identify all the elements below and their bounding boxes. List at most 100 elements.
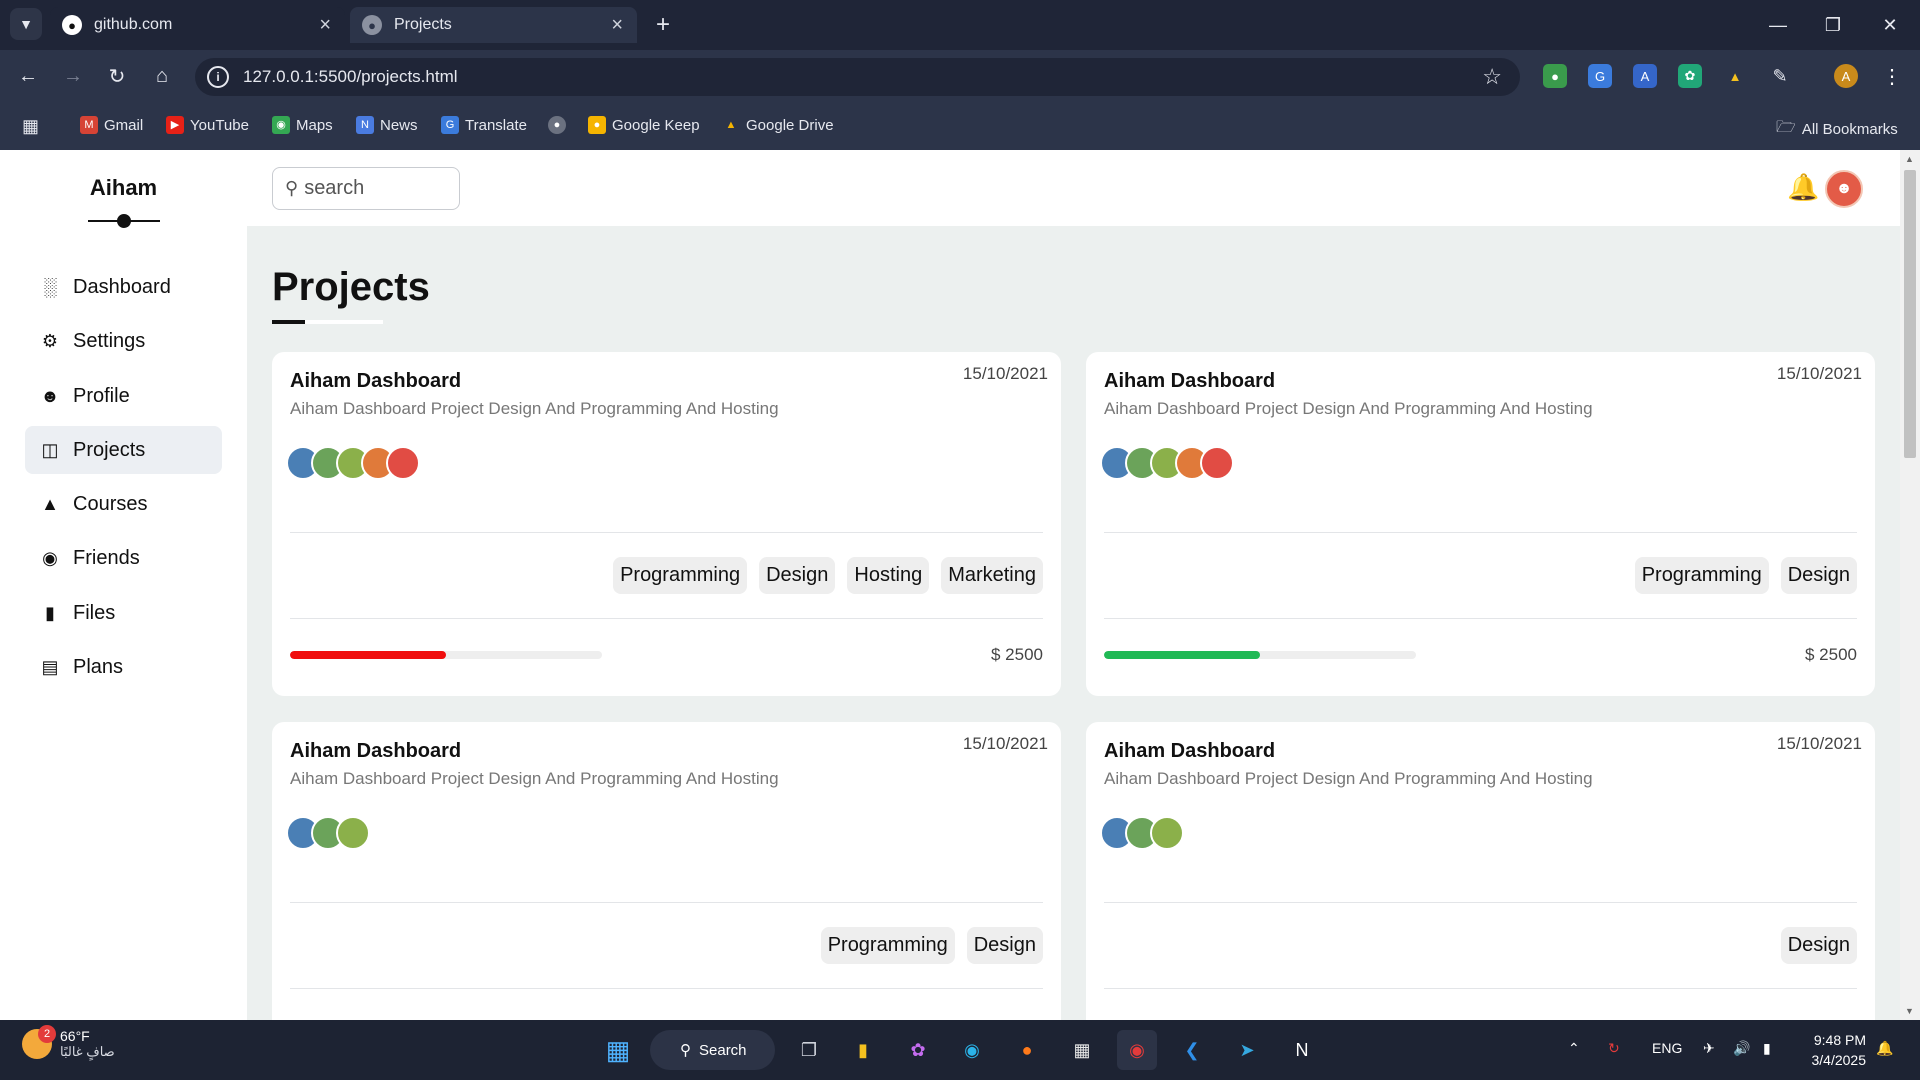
system-clock[interactable]: 9:48 PM 3/4/2025 bbox=[1806, 1030, 1867, 1070]
close-window-button[interactable]: ✕ bbox=[1870, 8, 1910, 42]
team-member-avatar[interactable] bbox=[386, 446, 420, 480]
project-price: $ 2500 bbox=[1805, 645, 1857, 664]
sidebar-item-profile[interactable]: ☻ Profile bbox=[25, 372, 222, 420]
team-member-avatar[interactable] bbox=[1200, 446, 1234, 480]
bookmark-globe[interactable]: ● bbox=[548, 116, 566, 134]
apps-grid-icon[interactable]: ▦ bbox=[22, 116, 39, 137]
address-bar[interactable]: i 127.0.0.1:5500/projects.html ☆ bbox=[195, 58, 1520, 96]
scroll-thumb[interactable] bbox=[1904, 170, 1916, 458]
project-progress-fill bbox=[1104, 651, 1260, 659]
sidebar-item-label: Projects bbox=[73, 438, 146, 461]
taskbar-search[interactable]: ⚲ Search bbox=[650, 1030, 775, 1070]
bookmark-star-icon[interactable]: ☆ bbox=[1482, 64, 1502, 90]
project-title: Aiham Dashboard bbox=[290, 740, 462, 762]
back-button[interactable]: ← bbox=[12, 60, 44, 92]
extension-icon[interactable]: ● bbox=[1543, 64, 1567, 88]
all-bookmarks[interactable]: 🗁 All Bookmarks bbox=[1776, 116, 1898, 143]
bookmark-google-drive[interactable]: ▲ Google Drive bbox=[722, 116, 834, 134]
sidebar-item-courses[interactable]: ▲ Courses bbox=[25, 480, 222, 528]
close-tab-icon[interactable]: × bbox=[319, 14, 331, 37]
bookmark-translate[interactable]: G Translate bbox=[441, 116, 527, 134]
google-drive-icon: ▲ bbox=[725, 119, 737, 131]
team-member-avatar[interactable] bbox=[1150, 816, 1184, 850]
translate-icon[interactable]: A bbox=[1633, 64, 1657, 88]
reload-button[interactable]: ↻ bbox=[101, 60, 133, 92]
bookmark-news[interactable]: N News bbox=[356, 116, 418, 134]
diagram-icon: ◫ bbox=[41, 439, 59, 460]
weather-widget[interactable]: 2 66°F صافٍ غالبًا bbox=[22, 1025, 115, 1060]
project-card[interactable]: Aiham Dashboard 15/10/2021 Aiham Dashboard… bbox=[1086, 352, 1875, 696]
team-member-avatar[interactable] bbox=[336, 816, 370, 850]
file-explorer-icon[interactable]: ▮ bbox=[843, 1030, 883, 1070]
copilot-icon[interactable]: ✿ bbox=[898, 1030, 938, 1070]
forward-button[interactable]: → bbox=[57, 60, 89, 92]
search-input[interactable]: ⚲ search bbox=[272, 167, 460, 210]
notification-bell-icon[interactable]: 🔔 bbox=[1876, 1040, 1893, 1057]
search-icon: ⚲ bbox=[285, 178, 299, 198]
airplane-mode-icon[interactable]: ✈ bbox=[1703, 1040, 1715, 1057]
divider bbox=[1104, 902, 1857, 903]
battery-icon[interactable]: ▮ bbox=[1763, 1040, 1771, 1057]
restore-button[interactable]: ❐ bbox=[1813, 8, 1853, 42]
tab-github[interactable]: ● github.com × bbox=[50, 7, 345, 43]
sidebar-item-projects[interactable]: ◫ Projects bbox=[25, 426, 222, 474]
project-date: 15/10/2021 bbox=[962, 364, 1048, 383]
home-button[interactable]: ⌂ bbox=[146, 60, 178, 92]
url-text[interactable]: 127.0.0.1:5500/projects.html bbox=[243, 67, 458, 87]
show-hidden-icons[interactable]: ⌃ bbox=[1568, 1040, 1580, 1057]
sidebar-item-dashboard[interactable]: ░ Dashboard bbox=[25, 263, 222, 311]
windows-start-icon[interactable]: ▦ bbox=[598, 1030, 638, 1070]
new-tab-button[interactable]: + bbox=[652, 8, 674, 42]
project-card[interactable]: Aiham Dashboard 15/10/2021 Aiham Dashboard… bbox=[1086, 722, 1875, 1020]
weather-desc: صافٍ غالبًا bbox=[60, 1044, 115, 1059]
browser-toolbar: ← → ↻ ⌂ i 127.0.0.1:5500/projects.html ☆… bbox=[0, 50, 1920, 102]
project-tag: Design bbox=[1780, 557, 1857, 594]
edge-icon[interactable]: ◉ bbox=[952, 1030, 992, 1070]
task-view-icon[interactable]: ❐ bbox=[789, 1030, 829, 1070]
translate-icon: G bbox=[441, 116, 459, 134]
page-scrollbar[interactable]: ▲ ▼ bbox=[1900, 150, 1920, 1020]
bookmark-google-keep[interactable]: ● Google Keep bbox=[588, 116, 700, 134]
language-indicator[interactable]: ENG bbox=[1652, 1040, 1682, 1056]
bell-icon[interactable]: 🔔 bbox=[1787, 172, 1819, 203]
project-progress-fill bbox=[290, 651, 446, 659]
close-tab-icon[interactable]: × bbox=[611, 14, 623, 37]
chatgpt-icon[interactable]: ✿ bbox=[1678, 64, 1702, 88]
site-info-icon[interactable]: i bbox=[207, 66, 229, 88]
firefox-icon[interactable]: ● bbox=[1007, 1030, 1047, 1070]
bookmark-gmail[interactable]: M Gmail bbox=[80, 116, 143, 134]
sidebar-item-plans[interactable]: ▤ Plans bbox=[25, 643, 222, 691]
avatar[interactable]: ☻ bbox=[1825, 170, 1863, 208]
minimize-button[interactable]: — bbox=[1758, 8, 1798, 42]
project-description: Aiham Dashboard Project Design And Progr… bbox=[290, 769, 779, 788]
tab-projects[interactable]: ● Projects × bbox=[350, 7, 637, 43]
sidebar-item-files[interactable]: ▮ Files bbox=[25, 589, 222, 637]
project-card[interactable]: Aiham Dashboard 15/10/2021 Aiham Dashboard… bbox=[272, 352, 1061, 696]
google-translate-icon[interactable]: G bbox=[1588, 64, 1612, 88]
scroll-down-arrow[interactable]: ▼ bbox=[1905, 1006, 1914, 1016]
tab-search-button[interactable]: ▼ bbox=[10, 8, 42, 40]
project-date: 15/10/2021 bbox=[1776, 734, 1862, 753]
notification-badge: 2 bbox=[38, 1025, 56, 1043]
project-card[interactable]: Aiham Dashboard 15/10/2021 Aiham Dashboard… bbox=[272, 722, 1061, 1020]
volume-icon[interactable]: 🔊 bbox=[1733, 1040, 1750, 1057]
more-menu-icon[interactable]: ⋮ bbox=[1880, 64, 1904, 88]
bookmark-youtube[interactable]: ▶ YouTube bbox=[166, 116, 249, 134]
bookmark-maps[interactable]: ◉ Maps bbox=[272, 116, 333, 134]
notion-icon[interactable]: N bbox=[1282, 1030, 1322, 1070]
sidebar-item-friends[interactable]: ◉ Friends bbox=[25, 534, 222, 582]
sync-icon[interactable]: ↻ bbox=[1608, 1040, 1620, 1057]
extensions-puzzle-icon[interactable]: ✎ bbox=[1768, 64, 1792, 88]
telegram-icon[interactable]: ➤ bbox=[1227, 1030, 1267, 1070]
google-drive-icon[interactable]: ▲ bbox=[1723, 64, 1747, 88]
chrome-icon[interactable]: ◉ bbox=[1117, 1030, 1157, 1070]
vscode-icon[interactable]: ❮ bbox=[1172, 1030, 1212, 1070]
profile-avatar-icon[interactable]: A bbox=[1834, 64, 1858, 88]
scroll-up-arrow[interactable]: ▲ bbox=[1905, 154, 1914, 164]
tab-title: Projects bbox=[394, 16, 452, 33]
sidebar-item-settings[interactable]: ⚙ Settings bbox=[25, 317, 222, 365]
project-tag: Programming bbox=[820, 927, 955, 964]
store-icon[interactable]: ▦ bbox=[1062, 1030, 1102, 1070]
brand-dot bbox=[117, 214, 131, 228]
google-keep-icon: ● bbox=[588, 116, 606, 134]
